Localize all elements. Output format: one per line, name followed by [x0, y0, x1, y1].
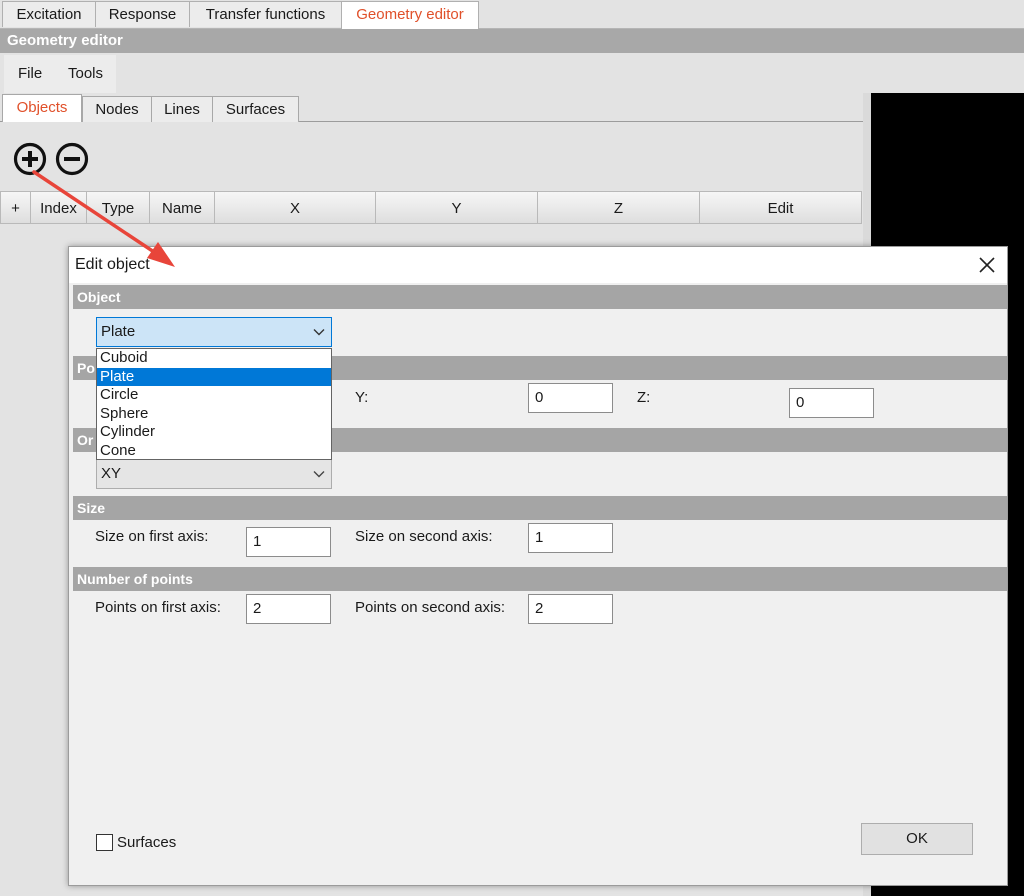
- position-y-field[interactable]: 0: [528, 383, 613, 413]
- group-number-of-points: Number of points: [73, 567, 1007, 591]
- section-header: Geometry editor: [0, 29, 1024, 53]
- tab-objects[interactable]: Objects: [2, 94, 82, 122]
- group-size: Size: [73, 496, 1007, 520]
- option-cylinder[interactable]: Cylinder: [97, 423, 331, 442]
- tab-nodes[interactable]: Nodes: [82, 96, 152, 122]
- chevron-down-icon: [313, 471, 325, 478]
- objects-grid-header: + Index Type Name X Y Z Edit: [0, 191, 863, 225]
- close-icon: [979, 257, 995, 273]
- col-index[interactable]: Index: [30, 191, 87, 224]
- object-type-combo[interactable]: Plate: [96, 317, 332, 347]
- tab-surfaces[interactable]: Surfaces: [212, 96, 299, 122]
- option-cone[interactable]: Cone: [97, 442, 331, 461]
- remove-object-button[interactable]: [55, 142, 89, 176]
- option-circle[interactable]: Circle: [97, 386, 331, 405]
- points-first-label: Points on first axis:: [95, 599, 221, 616]
- col-y[interactable]: Y: [375, 191, 538, 224]
- menu-tools[interactable]: Tools: [68, 55, 103, 93]
- tab-excitation[interactable]: Excitation: [2, 1, 96, 27]
- plus-circle-icon: [13, 142, 47, 176]
- tab-geometry-editor[interactable]: Geometry editor: [341, 1, 479, 29]
- size-second-field[interactable]: 1: [528, 523, 613, 553]
- object-type-dropdown-list: Cuboid Plate Circle Sphere Cylinder Cone: [96, 348, 332, 460]
- chevron-down-icon: [313, 329, 325, 336]
- points-first-field[interactable]: 2: [246, 594, 331, 624]
- orientation-value: XY: [101, 465, 122, 482]
- size-first-field[interactable]: 1: [246, 527, 331, 557]
- ok-button[interactable]: OK: [861, 823, 973, 855]
- position-z-label: Z:: [637, 389, 651, 406]
- add-object-button[interactable]: [13, 142, 47, 176]
- position-z-field[interactable]: 0: [789, 388, 874, 418]
- col-x[interactable]: X: [214, 191, 376, 224]
- col-z[interactable]: Z: [537, 191, 700, 224]
- tab-response[interactable]: Response: [95, 1, 190, 27]
- tab-lines[interactable]: Lines: [151, 96, 213, 122]
- menu-bar: File Tools: [4, 55, 116, 93]
- close-button[interactable]: [975, 253, 999, 277]
- dialog-title: Edit object: [75, 256, 150, 273]
- surfaces-checkbox-label[interactable]: Surfaces: [117, 832, 176, 854]
- tab-transfer-functions[interactable]: Transfer functions: [189, 1, 342, 27]
- col-name[interactable]: Name: [149, 191, 215, 224]
- group-object: Object: [73, 285, 1007, 309]
- surfaces-checkbox[interactable]: [96, 834, 113, 851]
- dialog-titlebar[interactable]: Edit object: [69, 247, 1007, 283]
- object-type-value: Plate: [101, 323, 136, 340]
- minus-circle-icon: [55, 142, 89, 176]
- col-edit[interactable]: Edit: [699, 191, 862, 224]
- size-second-label: Size on second axis:: [355, 528, 493, 545]
- top-tab-bar: Excitation Response Transfer functions G…: [0, 0, 1024, 29]
- option-sphere[interactable]: Sphere: [97, 405, 331, 424]
- orientation-combo[interactable]: XY: [96, 459, 332, 489]
- edit-object-dialog: Edit object Object Plate Po Y: 0 Z: 0 Or…: [68, 246, 1008, 886]
- option-plate[interactable]: Plate: [97, 367, 331, 386]
- col-add[interactable]: +: [0, 191, 31, 224]
- option-cuboid[interactable]: Cuboid: [97, 349, 331, 368]
- position-y-label: Y:: [355, 389, 369, 406]
- menu-file[interactable]: File: [18, 55, 42, 93]
- col-type[interactable]: Type: [86, 191, 150, 224]
- points-second-field[interactable]: 2: [528, 594, 613, 624]
- size-first-label: Size on first axis:: [95, 528, 209, 545]
- points-second-label: Points on second axis:: [355, 599, 506, 616]
